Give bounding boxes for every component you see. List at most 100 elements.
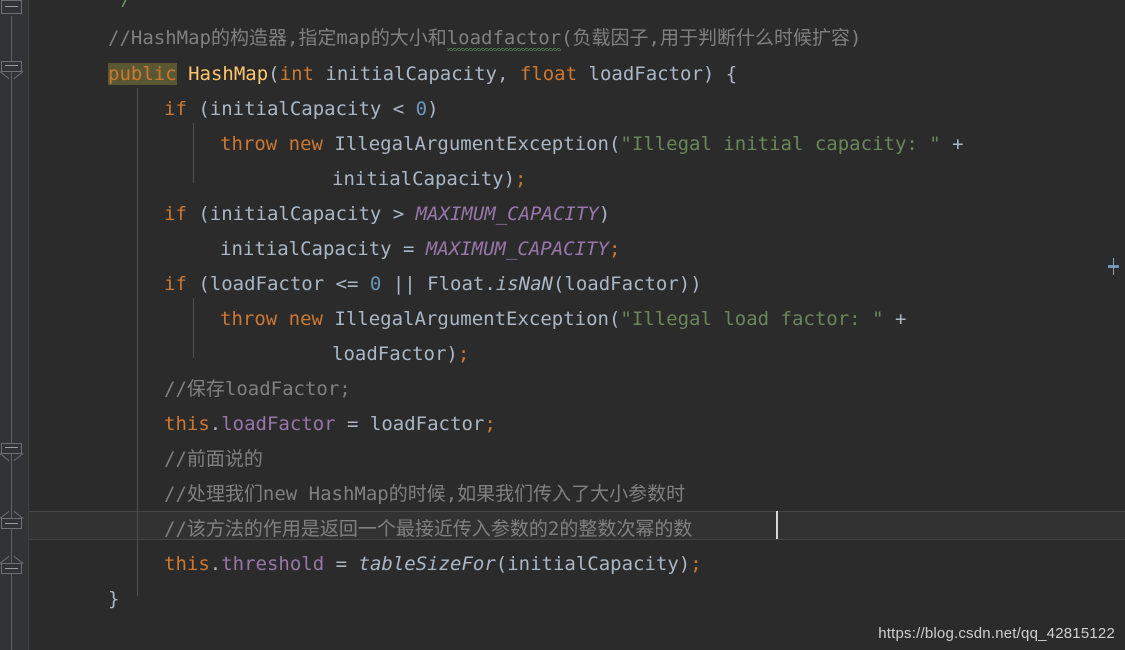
code-token: loadFactor) (332, 343, 458, 365)
line-assign-this-loadfactor[interactable]: this.loadFactor = loadFactor; (29, 409, 496, 439)
code-token: (loadFactor)) (552, 273, 702, 295)
chevron-down-icon (1, 453, 22, 461)
code-token: + (940, 133, 964, 155)
code-token: "Illegal initial capacity: " (620, 133, 941, 155)
code-token: isNaN (495, 273, 553, 295)
minus-icon (5, 447, 18, 448)
code-token: . (209, 553, 222, 575)
line-if-capacity-max[interactable]: if (initialCapacity > MAXIMUM_CAPACITY) (29, 199, 610, 229)
code-token: initialCapacity) (332, 168, 516, 190)
code-token: int (279, 63, 314, 85)
minus-icon (5, 523, 18, 524)
fold-marker-method-end[interactable] (1, 61, 22, 78)
code-token: throw (220, 133, 278, 155)
code-token: ) (427, 98, 439, 120)
text-caret (776, 511, 778, 539)
minus-icon (5, 65, 18, 66)
code-token: //保存loadFactor; (164, 378, 351, 400)
code-token: ; (690, 553, 702, 575)
code-token: threshold (221, 553, 325, 575)
code-token: loadFactor (221, 413, 336, 435)
code-token: (initialCapacity < (186, 98, 416, 120)
code-token: //该方法的作用是返回一个最接近传入参数的2的整数次幂的数 (164, 518, 693, 540)
code-token: ( (268, 63, 280, 85)
code-token: || Float. (381, 273, 496, 295)
line-assign-threshold[interactable]: this.threshold = tableSizeFor(initialCap… (29, 549, 702, 579)
line-if-capacity-neg[interactable]: if (initialCapacity < 0) (29, 94, 439, 124)
editor-gutter (0, 0, 29, 650)
chevron-up-icon (1, 556, 22, 564)
line-if-loadfactor[interactable]: if (loadFactor <= 0 || Float.isNaN(loadF… (29, 269, 702, 299)
line-throw-loadfactor-arg[interactable]: loadFactor); (29, 339, 469, 369)
code-token: = (324, 553, 359, 575)
line-comment-new-hashmap[interactable]: //处理我们new HashMap的时候,如果我们传入了大小参数时 (29, 479, 685, 509)
minus-icon (5, 568, 18, 569)
code-token: IllegalArgumentException( (322, 133, 621, 155)
code-token: //处理我们new HashMap的时候,如果我们传入了大小参数时 (164, 483, 686, 505)
code-token: //前面说的 (164, 448, 263, 470)
code-token: HashMap (188, 63, 269, 85)
code-token: MAXIMUM_CAPACITY (425, 238, 609, 260)
code-token: (负载因子,用于判断什么时候扩容) (561, 27, 862, 49)
code-token: new (288, 308, 323, 330)
code-token: 0 (369, 273, 382, 295)
scrollbar-error-stripe-mark[interactable] (1108, 258, 1119, 275)
code-token: + (883, 308, 907, 330)
code-token: float (519, 63, 578, 85)
code-token: (loadFactor <= (186, 273, 370, 295)
code-token: ) (598, 203, 611, 225)
code-token: (initialCapacity) (495, 553, 691, 575)
code-token: if (164, 98, 187, 120)
fold-marker-collapse-block-comment[interactable] (1, 0, 22, 17)
line-throw-capacity[interactable]: throw new IllegalArgumentException("Ille… (29, 129, 964, 159)
code-content-area[interactable]: */ //HashMap的构造器,指定map的大小和loadfactor(负载因子… (29, 0, 1125, 650)
code-token: = loadFactor (335, 413, 485, 435)
code-token: */ (109, 0, 132, 10)
code-token: new (288, 133, 323, 155)
chevron-up-icon (1, 511, 22, 519)
code-token: ; (457, 343, 470, 365)
line-comment-constructor[interactable]: //HashMap的构造器,指定map的大小和loadfactor(负载因子,用… (29, 23, 861, 53)
code-token: this (164, 553, 210, 575)
fold-marker-box (1, 0, 22, 14)
code-token: } (108, 588, 120, 610)
code-token: 0 (415, 98, 428, 120)
code-token: . (209, 413, 222, 435)
code-token: //HashMap的构造器,指定map的大小和 (108, 27, 447, 49)
chevron-down-icon (1, 71, 22, 79)
watermark-url: https://blog.csdn.net/qq_42815122 (878, 625, 1115, 642)
code-token: initialCapacity, (313, 63, 520, 85)
line-comment-mentioned-before[interactable]: //前面说的 (29, 444, 263, 474)
code-token: ; (515, 168, 527, 190)
code-token: if (164, 273, 187, 295)
code-token: ; (484, 413, 496, 435)
code-token: this (164, 413, 210, 435)
code-token: ; (608, 238, 621, 260)
code-token: public (108, 63, 177, 85)
line-assign-capacity-max[interactable]: initialCapacity = MAXIMUM_CAPACITY; (29, 234, 620, 264)
fold-marker-region-start-2[interactable] (1, 556, 22, 574)
line-throw-loadfactor[interactable]: throw new IllegalArgumentException("Ille… (29, 304, 906, 334)
code-token: initialCapacity = (220, 238, 426, 260)
code-token: loadfactor (446, 27, 562, 51)
line-comment-tablesizefor[interactable]: //该方法的作用是返回一个最接近传入参数的2的整数次幂的数 (29, 514, 692, 544)
line-block-comment-end[interactable]: */ (29, 0, 132, 14)
code-token: tableSizeFor (358, 553, 496, 575)
code-token: IllegalArgumentException( (322, 308, 621, 330)
fold-marker-region-end[interactable] (1, 443, 22, 460)
minus-icon (5, 6, 18, 7)
line-signature[interactable]: public HashMap(int initialCapacity, floa… (29, 59, 737, 89)
code-token: "Illegal load factor: " (620, 308, 884, 330)
code-token: loadFactor) { (577, 63, 738, 85)
line-closing-brace[interactable]: } (29, 584, 119, 614)
fold-guide-line (11, 16, 12, 650)
code-token: MAXIMUM_CAPACITY (415, 203, 599, 225)
code-token: if (164, 203, 187, 225)
fold-marker-region-start-1[interactable] (1, 511, 22, 529)
code-token: throw (220, 308, 278, 330)
line-throw-capacity-arg[interactable]: initialCapacity); (29, 164, 526, 194)
line-comment-save-loadfactor[interactable]: //保存loadFactor; (29, 374, 351, 404)
